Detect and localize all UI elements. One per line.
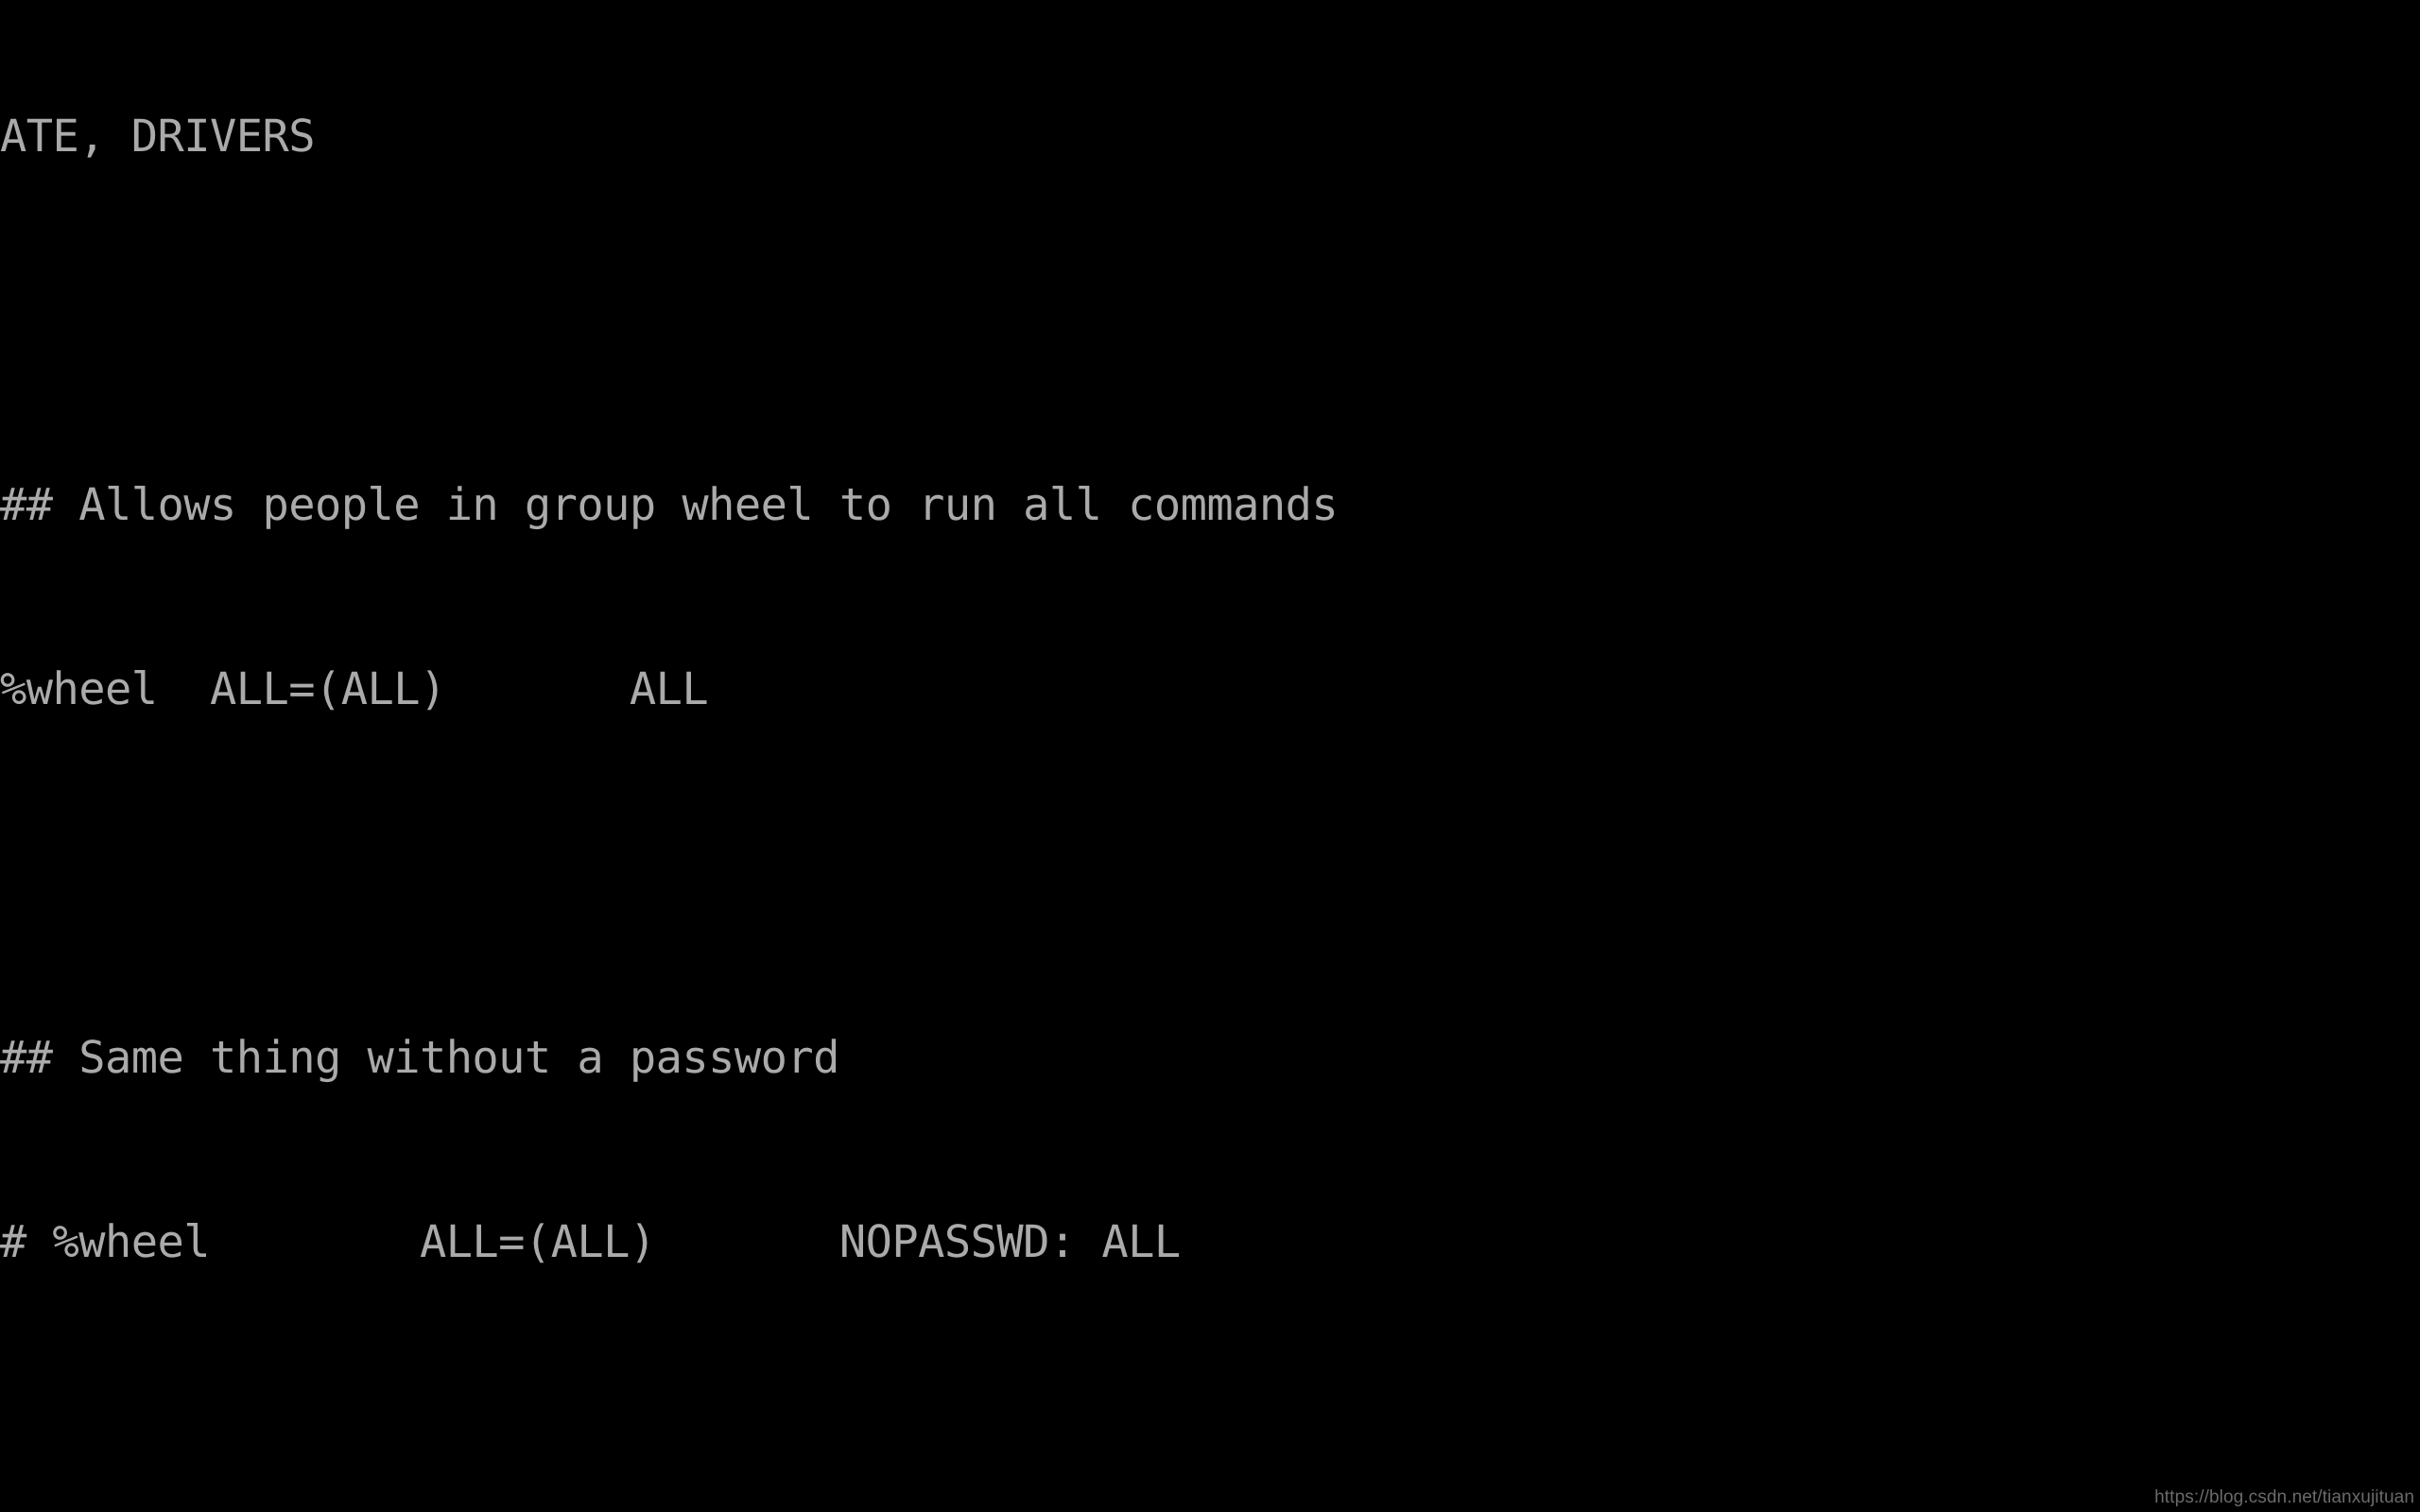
console-line: # %wheel ALL=(ALL) NOPASSWD: ALL — [0, 1216, 1181, 1268]
watermark-url: https://blog.csdn.net/tianxujituan — [2154, 1487, 2414, 1507]
console-line: ATE, DRIVERS — [0, 111, 316, 163]
console-line: ## Same thing without a password — [0, 1032, 839, 1084]
console-line: ## Allows people in group wheel to run a… — [0, 479, 1339, 531]
terminal-screen[interactable]: ATE, DRIVERS ## Allows people in group w… — [0, 0, 2420, 1512]
console-line: %wheel ALL=(ALL) ALL — [0, 663, 709, 715]
console-output[interactable]: ATE, DRIVERS ## Allows people in group w… — [0, 0, 2420, 1512]
